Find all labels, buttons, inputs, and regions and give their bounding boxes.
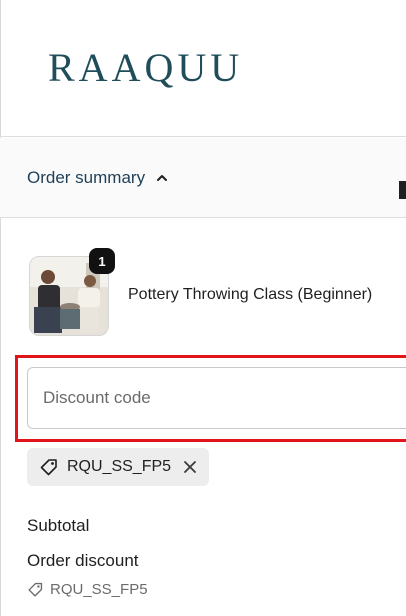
order-summary-bar: Order summary <box>0 138 406 218</box>
cutoff-total-glyph <box>399 181 406 199</box>
order-summary-label: Order summary <box>27 168 146 187</box>
order-discount-code-line: RQU_SS_FP5 <box>27 581 148 598</box>
header: RAAQUU <box>0 0 406 137</box>
brand-logo[interactable]: RAAQUU <box>48 44 243 91</box>
product-name: Pottery Throwing Class (Beginner) <box>128 286 373 303</box>
chevron-up-icon <box>157 175 168 181</box>
order-discount-label: Order discount <box>27 551 139 570</box>
applied-discount-code: RQU_SS_FP5 <box>67 458 172 475</box>
tag-icon <box>40 459 57 476</box>
line-item: 1 Pottery Throwing Class (Beginner) <box>29 248 389 336</box>
order-summary-toggle[interactable]: Order summary <box>27 168 169 188</box>
order-discount-code: RQU_SS_FP5 <box>50 581 148 598</box>
close-icon[interactable] <box>183 460 197 474</box>
tag-icon <box>28 582 43 597</box>
subtotal-label: Subtotal <box>27 516 90 535</box>
quantity-badge: 1 <box>89 248 115 274</box>
discount-code-input[interactable] <box>27 367 406 429</box>
applied-discount-chip: RQU_SS_FP5 <box>27 448 210 486</box>
